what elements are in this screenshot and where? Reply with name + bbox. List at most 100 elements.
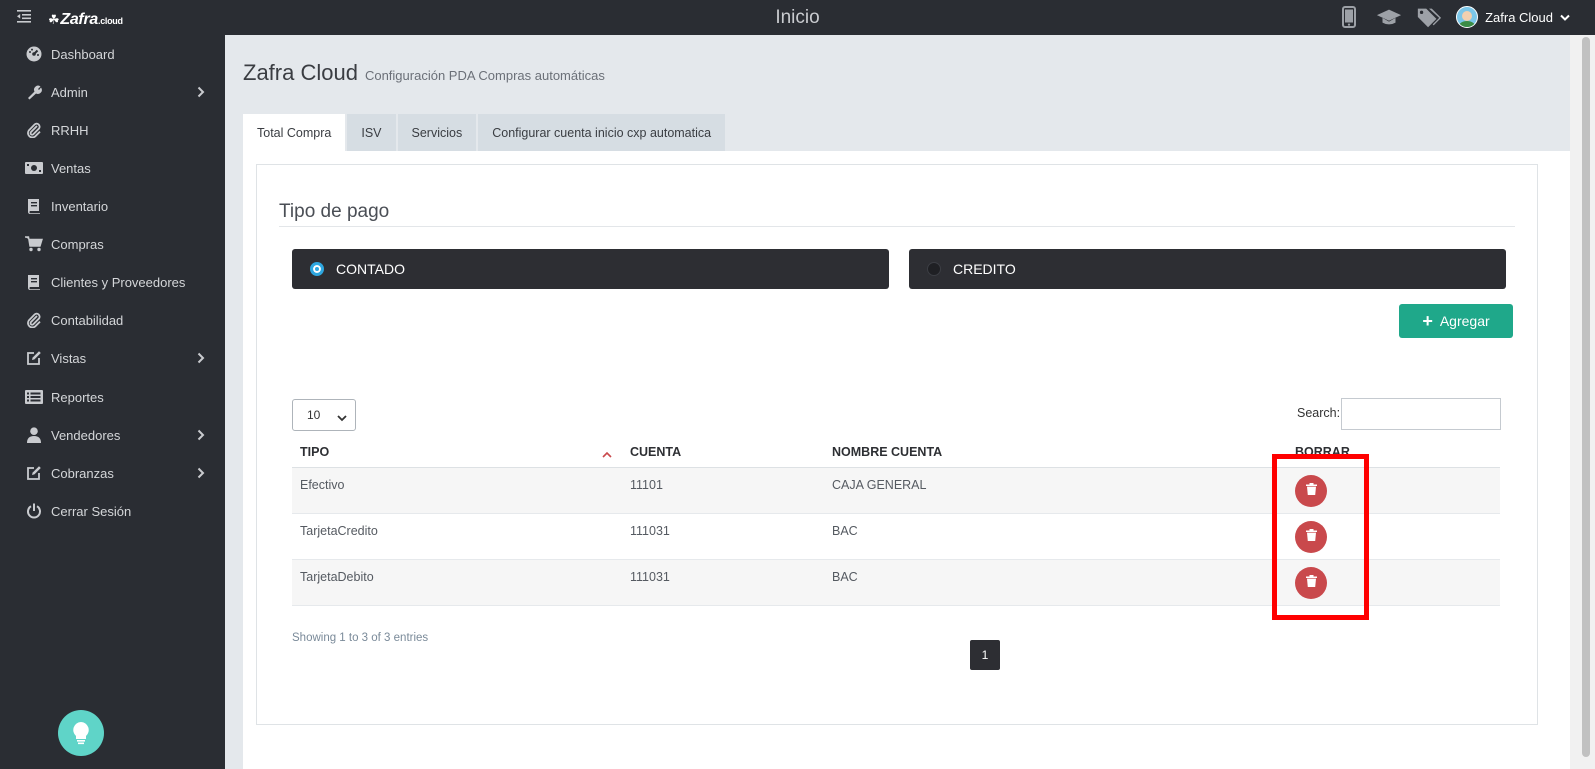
column-header-label: TIPO [300, 444, 330, 459]
sidebar-item-label: Cerrar Sesión [51, 503, 132, 519]
tab-bar: Total Compra ISV Servicios Configurar cu… [243, 114, 726, 151]
sidebar-item-contabilidad[interactable]: Contabilidad [0, 305, 225, 335]
sidebar-item-reportes[interactable]: Reportes [0, 382, 225, 412]
page-subtitle: Configuración PDA Compras automáticas [364, 68, 605, 83]
graduation-cap-icon[interactable] [1376, 6, 1402, 28]
chevron-right-icon [197, 467, 207, 479]
add-button-label: Agregar [1439, 313, 1490, 329]
sidebar-item-label: Admin [51, 84, 88, 100]
trash-icon [1305, 529, 1317, 544]
table-row: Efectivo 11101 CAJA GENERAL [292, 467, 1500, 514]
paperclip-icon [25, 121, 43, 139]
sidebar: Dashboard Admin RRHH Ventas Inventario C… [0, 35, 225, 769]
radio-contado[interactable]: CONTADO [292, 249, 889, 289]
chevron-right-icon [197, 86, 207, 98]
cell-borrar [1287, 467, 1500, 514]
page-title: Zafra Cloud Configuración PDA Compras au… [243, 60, 605, 86]
page-length-value: 10 [307, 408, 321, 422]
sidebar-item-label: Reportes [51, 389, 104, 405]
radio-label: CONTADO [336, 261, 405, 277]
sidebar-item-cerrar-sesion[interactable]: Cerrar Sesión [0, 496, 225, 526]
delete-button[interactable] [1295, 474, 1327, 507]
sidebar-item-dashboard[interactable]: Dashboard [0, 39, 225, 69]
sidebar-item-label: RRHH [51, 122, 89, 138]
power-icon [25, 502, 43, 520]
book-icon [25, 197, 43, 215]
sidebar-item-label: Contabilidad [51, 312, 124, 328]
mobile-icon[interactable] [1336, 6, 1362, 28]
sidebar-item-label: Vistas [51, 350, 87, 366]
page-title-text: Zafra Cloud [243, 60, 358, 85]
search-input[interactable] [1341, 398, 1501, 430]
tab-total-compra[interactable]: Total Compra [243, 114, 346, 151]
table-row: TarjetaDebito 111031 BAC [292, 559, 1500, 606]
plus-icon: + [1422, 311, 1433, 331]
cart-icon [25, 235, 43, 253]
sidebar-item-compras[interactable]: Compras [0, 229, 225, 259]
radio-credito[interactable]: CREDITO [909, 249, 1506, 289]
top-tools: Zafra Cloud [1336, 6, 1570, 28]
sidebar-item-admin[interactable]: Admin [0, 77, 225, 107]
cell-nombre-cuenta: CAJA GENERAL [824, 467, 1287, 514]
trash-icon [1305, 575, 1317, 590]
cell-cuenta: 111031 [622, 559, 824, 606]
tab-servicios[interactable]: Servicios [397, 114, 477, 151]
page-length-select[interactable]: 10 [292, 399, 356, 431]
column-header-label: BORRAR [1295, 444, 1350, 459]
avatar [1456, 6, 1479, 28]
tab-isv[interactable]: ISV [347, 114, 396, 151]
lightbulb-icon[interactable] [58, 710, 104, 756]
chevron-down-icon [1560, 10, 1570, 25]
sidebar-item-inventario[interactable]: Inventario [0, 191, 225, 221]
edit-icon [25, 464, 43, 482]
chevron-down-icon [337, 411, 347, 425]
column-header-cuenta[interactable]: CUENTA [622, 437, 824, 468]
user-menu[interactable]: Zafra Cloud [1456, 6, 1570, 28]
sidebar-item-label: Vendedores [51, 427, 121, 443]
cell-borrar [1287, 513, 1500, 560]
dashboard-icon [25, 45, 43, 63]
pagination-page-1[interactable]: 1 [970, 640, 1000, 670]
chevron-right-icon [197, 352, 207, 364]
sort-ascending-icon [602, 447, 612, 461]
add-button[interactable]: + Agregar [1399, 304, 1513, 338]
column-header-borrar[interactable]: BORRAR [1287, 437, 1500, 468]
tab-configurar-cuenta[interactable]: Configurar cuenta inicio cxp automatica [478, 114, 726, 151]
book-icon [25, 273, 43, 291]
delete-button[interactable] [1295, 520, 1327, 553]
sidebar-item-vistas[interactable]: Vistas [0, 343, 225, 373]
sidebar-item-cobranzas[interactable]: Cobranzas [0, 458, 225, 488]
chevron-right-icon [197, 429, 207, 441]
column-header-label: NOMBRE CUENTA [832, 444, 943, 459]
sidebar-item-vendedores[interactable]: Vendedores [0, 420, 225, 450]
cell-nombre-cuenta: BAC [824, 559, 1287, 606]
cell-tipo: TarjetaDebito [292, 559, 622, 606]
user-icon [25, 426, 43, 444]
edit-icon [25, 349, 43, 367]
column-header-tipo[interactable]: TIPO [292, 437, 622, 468]
radio-unselected-icon [927, 262, 941, 276]
sidebar-item-clientes-proveedores[interactable]: Clientes y Proveedores [0, 267, 225, 297]
table-header-row: TIPO CUENTA NOMBRE CUENTA BORRAR [292, 437, 1500, 468]
column-header-nombre-cuenta[interactable]: NOMBRE CUENTA [824, 437, 1287, 468]
sidebar-item-label: Compras [51, 236, 104, 252]
money-icon [25, 159, 43, 177]
sidebar-item-ventas[interactable]: Ventas [0, 153, 225, 183]
sidebar-item-rrhh[interactable]: RRHH [0, 115, 225, 145]
sidebar-item-label: Cobranzas [51, 465, 114, 481]
table-row: TarjetaCredito 111031 BAC [292, 513, 1500, 560]
sidebar-item-label: Clientes y Proveedores [51, 274, 186, 290]
tags-icon[interactable] [1416, 6, 1442, 28]
search-label: Search: [1297, 406, 1341, 420]
user-name: Zafra Cloud [1485, 9, 1553, 25]
trash-icon [1305, 483, 1317, 498]
cell-tipo: Efectivo [292, 467, 622, 514]
column-header-label: CUENTA [630, 444, 682, 459]
cell-cuenta: 111031 [622, 513, 824, 560]
cell-cuenta: 11101 [622, 467, 824, 514]
config-card: Tipo de pago CONTADO CREDITO + Agregar 1… [256, 164, 1538, 725]
top-bar: ☘Zafra.cloud Inicio Zafra Cloud [0, 0, 1595, 35]
delete-button[interactable] [1295, 566, 1327, 599]
list-icon [25, 388, 43, 406]
scrollbar-thumb[interactable] [1582, 37, 1590, 757]
